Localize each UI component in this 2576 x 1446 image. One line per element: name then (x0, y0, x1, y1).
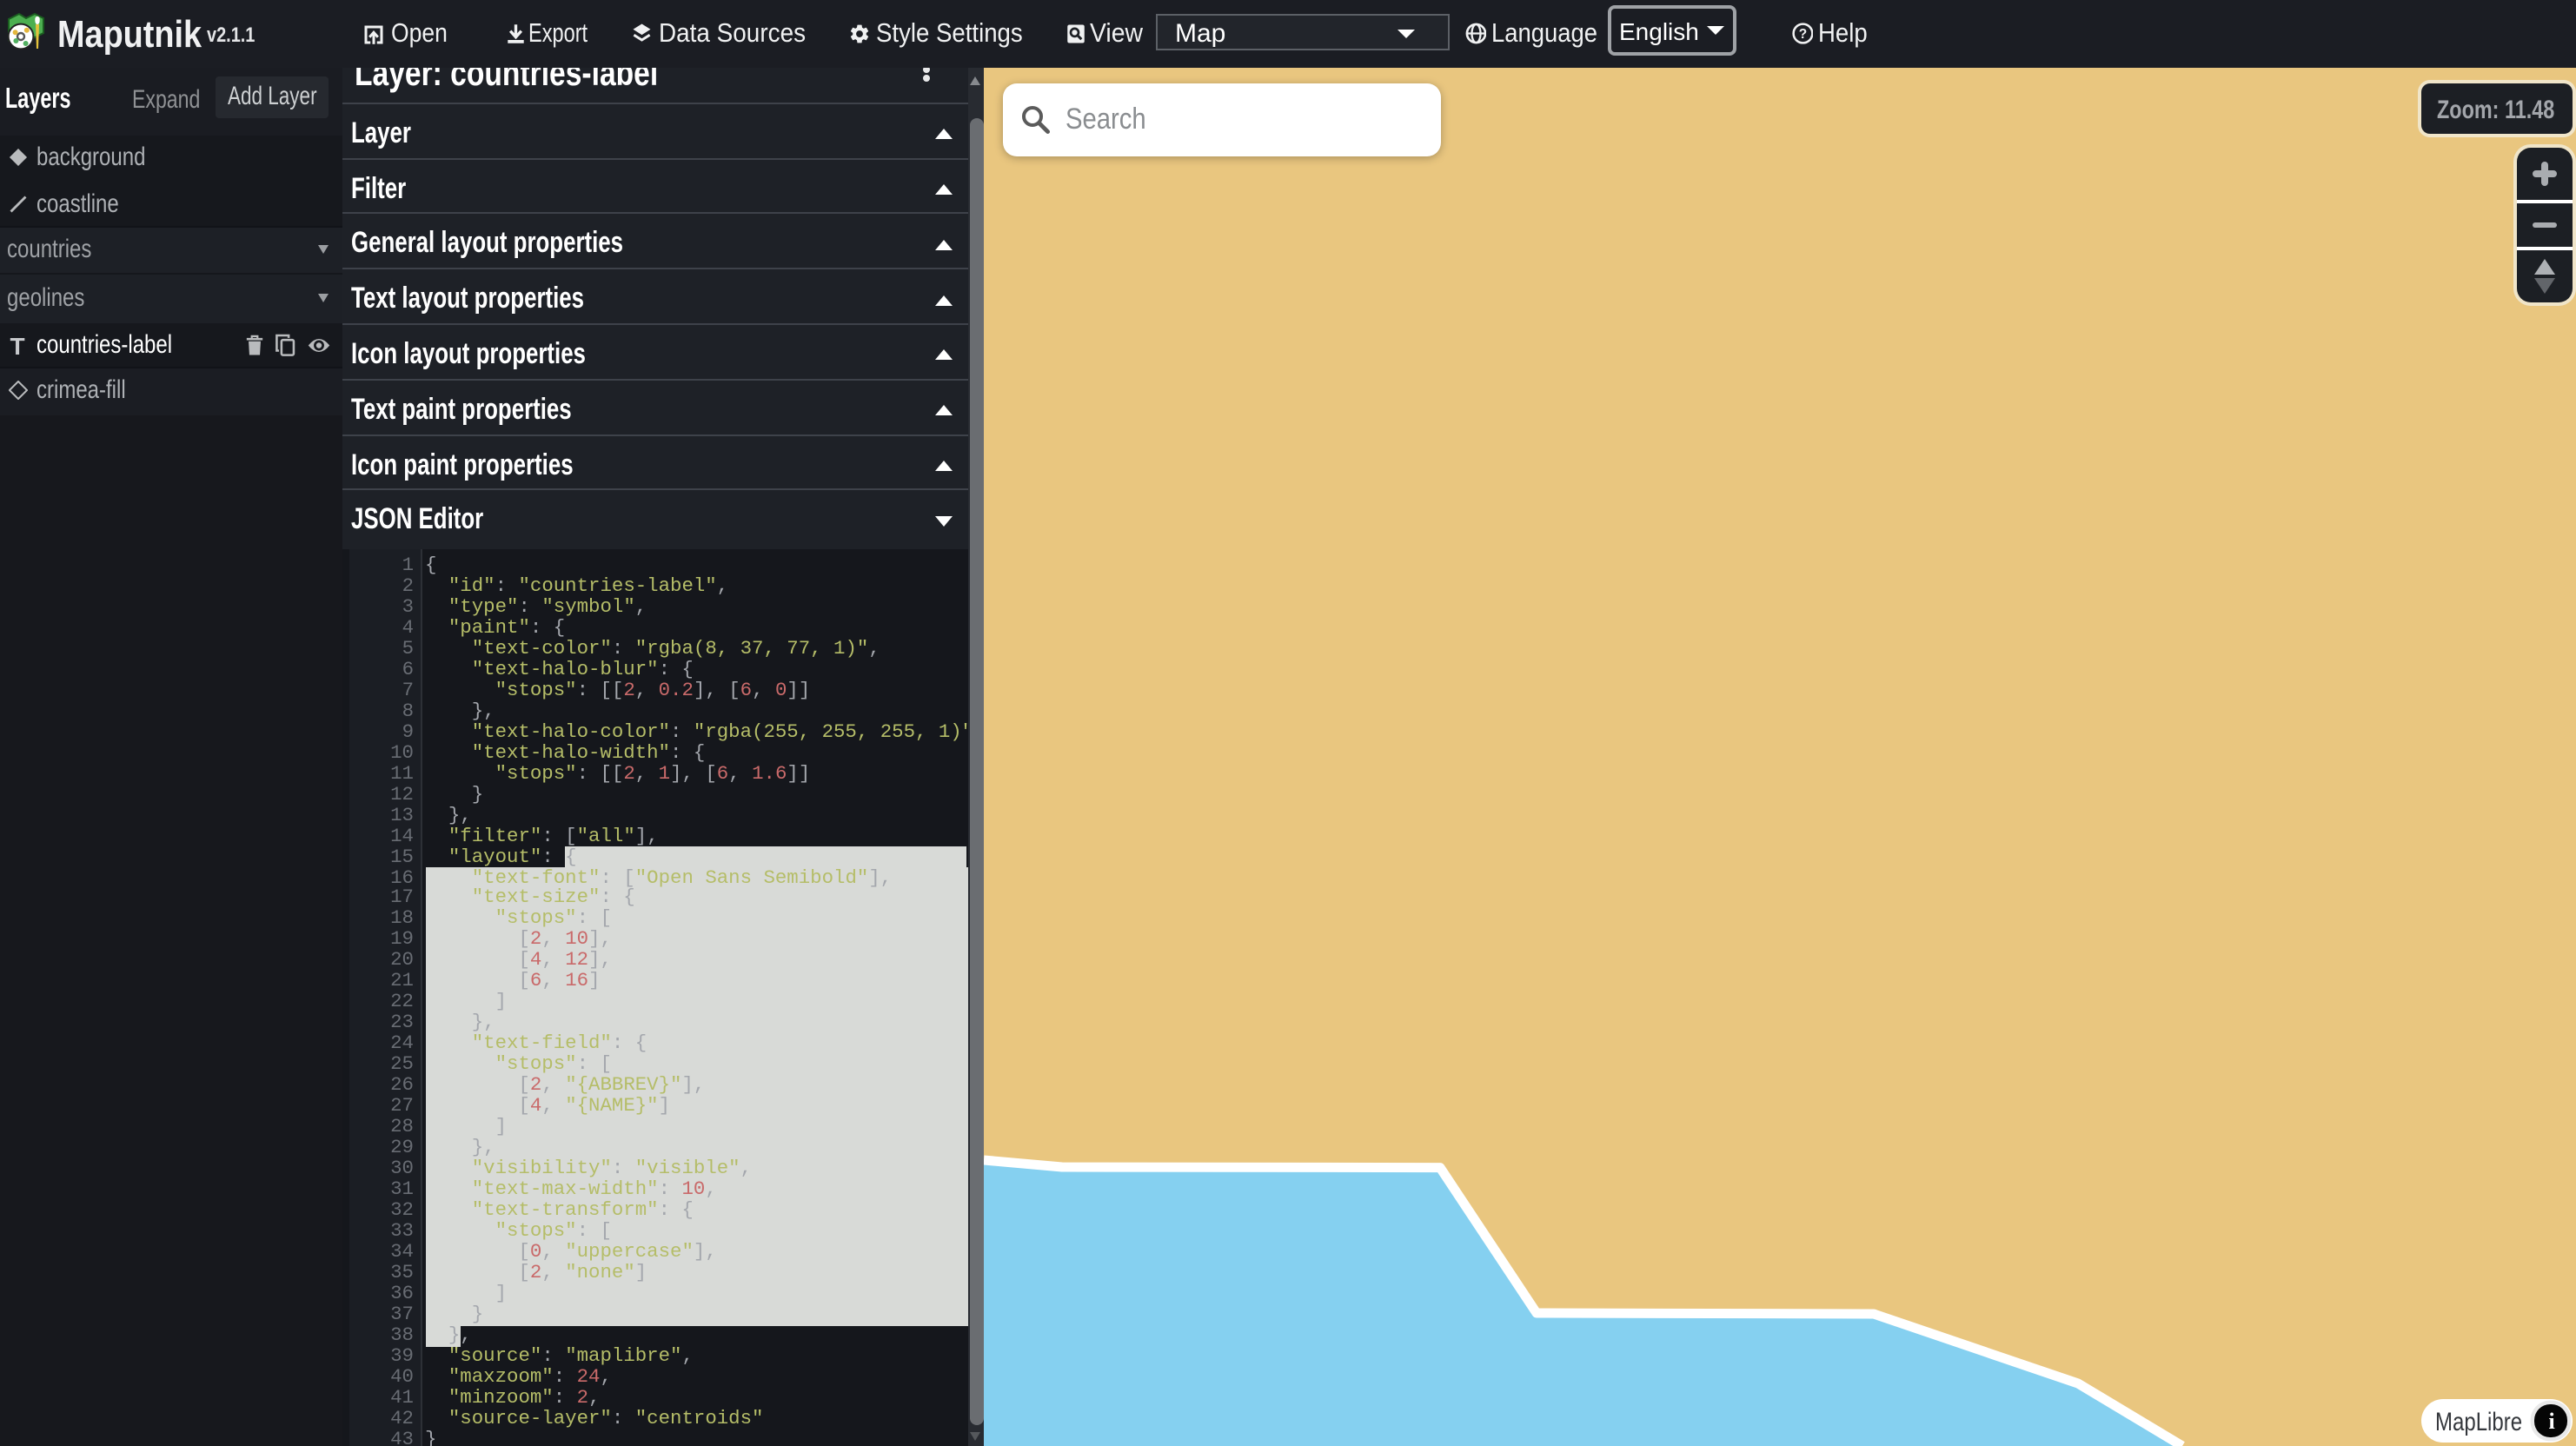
svg-text:?: ? (1798, 27, 1806, 42)
